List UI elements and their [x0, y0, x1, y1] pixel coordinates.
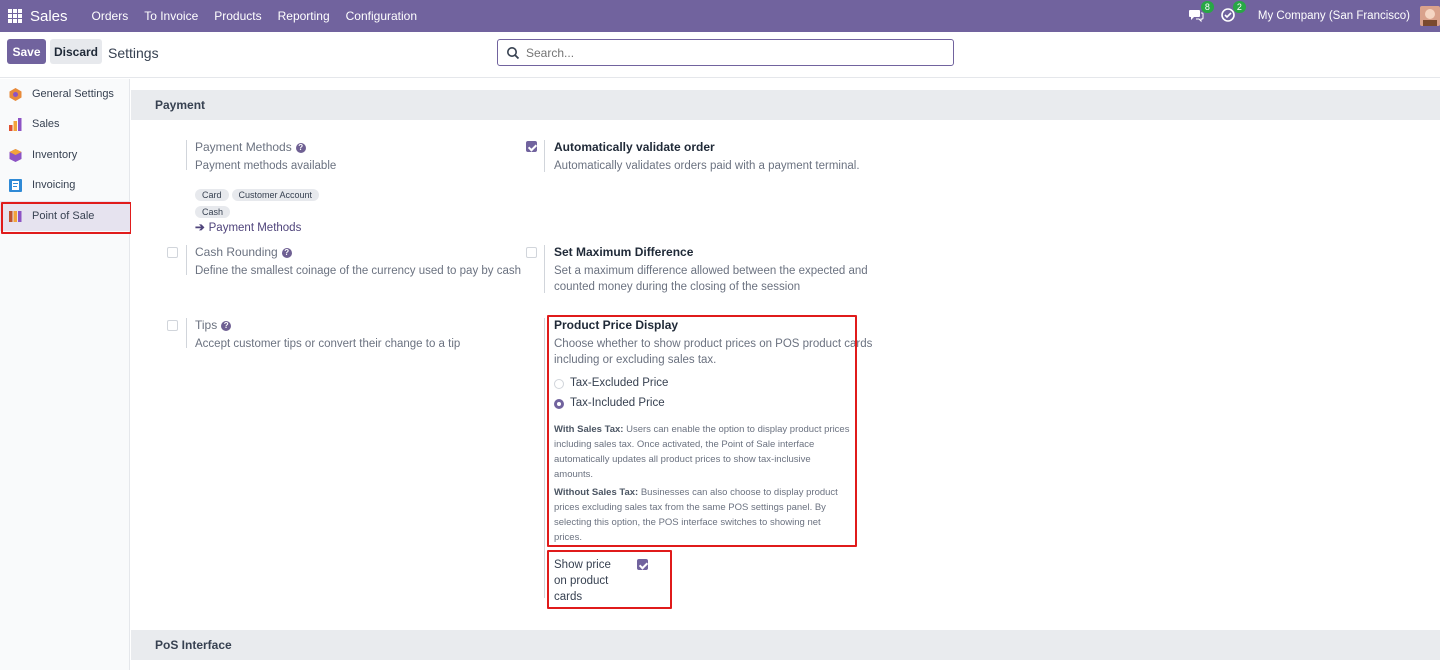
divider: [544, 318, 545, 598]
divider: [186, 245, 187, 275]
invoicing-icon: [9, 178, 22, 192]
max-difference-checkbox[interactable]: [526, 247, 537, 258]
setting-title: Automatically validate order: [554, 140, 715, 154]
setting-cash-rounding: Cash Rounding? Define the smallest coina…: [195, 245, 525, 279]
payment-methods-link[interactable]: ➔ Payment Methods: [195, 220, 515, 234]
section-payment: Payment: [131, 90, 1440, 120]
sidebar-item-label: Inventory: [32, 149, 78, 161]
cash-rounding-checkbox[interactable]: [167, 247, 178, 258]
help-icon[interactable]: ?: [221, 321, 232, 331]
avatar[interactable]: [1420, 6, 1440, 26]
discard-button[interactable]: Discard: [50, 39, 102, 64]
general-settings-icon: [9, 87, 22, 101]
menu-configuration[interactable]: Configuration: [338, 9, 425, 23]
sidebar-item-label: Sales: [32, 118, 60, 130]
section-pos-interface: PoS Interface: [131, 630, 1440, 660]
setting-title: Set Maximum Difference: [554, 245, 694, 259]
setting-title: Payment Methods: [195, 140, 292, 154]
menu-to-invoice[interactable]: To Invoice: [136, 9, 206, 23]
auto-validate-checkbox[interactable]: [526, 141, 537, 152]
highlight-box-show-price: [547, 550, 672, 609]
section-title: PoS Interface: [155, 638, 232, 652]
tag-card[interactable]: Card: [195, 189, 229, 201]
sales-icon: [9, 117, 22, 131]
highlight-box-price-display: [547, 315, 857, 547]
setting-description: Accept customer tips or convert their ch…: [195, 338, 461, 350]
search-input[interactable]: [526, 45, 926, 60]
tips-checkbox[interactable]: [167, 320, 178, 331]
setting-description: Define the smallest coinage of the curre…: [195, 265, 522, 277]
setting-title: Tips: [195, 318, 218, 332]
tag-customer-account[interactable]: Customer Account: [231, 189, 320, 201]
setting-max-difference: Set Maximum Difference Set a maximum dif…: [554, 245, 884, 295]
sidebar-item-invoicing[interactable]: Invoicing: [0, 170, 130, 200]
search-icon: [507, 46, 520, 59]
section-title: Payment: [155, 98, 206, 112]
sidebar-item-label: Invoicing: [32, 179, 76, 191]
divider: [186, 140, 187, 170]
activities-badge: 2: [1232, 1, 1246, 13]
divider: [544, 245, 545, 293]
app-menu-icon[interactable]: [8, 9, 22, 23]
payment-method-tags: Card Customer Account: [195, 187, 515, 201]
sidebar-item-sales[interactable]: Sales: [0, 109, 130, 139]
messages-badge: 8: [1200, 1, 1214, 13]
setting-description: Automatically validates orders paid with…: [554, 160, 860, 172]
search-box[interactable]: [497, 39, 954, 66]
main-menu: Orders To Invoice Products Reporting Con…: [84, 9, 426, 23]
setting-title: Cash Rounding: [195, 245, 278, 259]
setting-description-line: counted money during the closing of the …: [554, 281, 801, 293]
settings-content: Payment Payment Methods? Payment methods…: [131, 79, 1440, 670]
menu-reporting[interactable]: Reporting: [270, 9, 338, 23]
systray: 8 2 My Company (San Francisco): [1188, 0, 1440, 32]
setting-description: Payment methods available: [195, 160, 337, 172]
menu-products[interactable]: Products: [206, 9, 269, 23]
save-button[interactable]: Save: [7, 39, 46, 64]
inventory-icon: [9, 148, 22, 162]
arrow-right-icon: ➔: [195, 222, 205, 234]
tag-cash[interactable]: Cash: [195, 206, 231, 218]
menu-orders[interactable]: Orders: [84, 9, 137, 23]
company-switcher[interactable]: My Company (San Francisco): [1258, 10, 1410, 22]
sidebar-item-label: General Settings: [32, 88, 114, 100]
sidebar-item-inventory[interactable]: Inventory: [0, 140, 130, 170]
highlight-box-sidebar: [1, 202, 132, 234]
setting-payment-methods: Payment Methods? Payment methods availab…: [195, 140, 515, 234]
help-icon[interactable]: ?: [295, 143, 306, 153]
app-name[interactable]: Sales: [30, 8, 68, 25]
sidebar-item-general-settings[interactable]: General Settings: [0, 79, 130, 109]
divider: [544, 140, 545, 172]
setting-tips: Tips? Accept customer tips or convert th…: [195, 318, 525, 352]
control-panel: Save Discard Settings: [0, 32, 1440, 78]
settings-sidebar: General Settings Sales Inventory Invoici…: [0, 79, 130, 670]
divider: [186, 318, 187, 348]
setting-description-line: Set a maximum difference allowed between…: [554, 265, 868, 277]
setting-auto-validate: Automatically validate order Automatical…: [554, 140, 884, 174]
activities-icon[interactable]: 2: [1220, 1, 1246, 25]
top-navbar: Sales Orders To Invoice Products Reporti…: [0, 0, 1440, 32]
messages-icon[interactable]: 8: [1188, 1, 1214, 25]
help-icon[interactable]: ?: [281, 248, 292, 258]
breadcrumb: Settings: [108, 45, 159, 61]
